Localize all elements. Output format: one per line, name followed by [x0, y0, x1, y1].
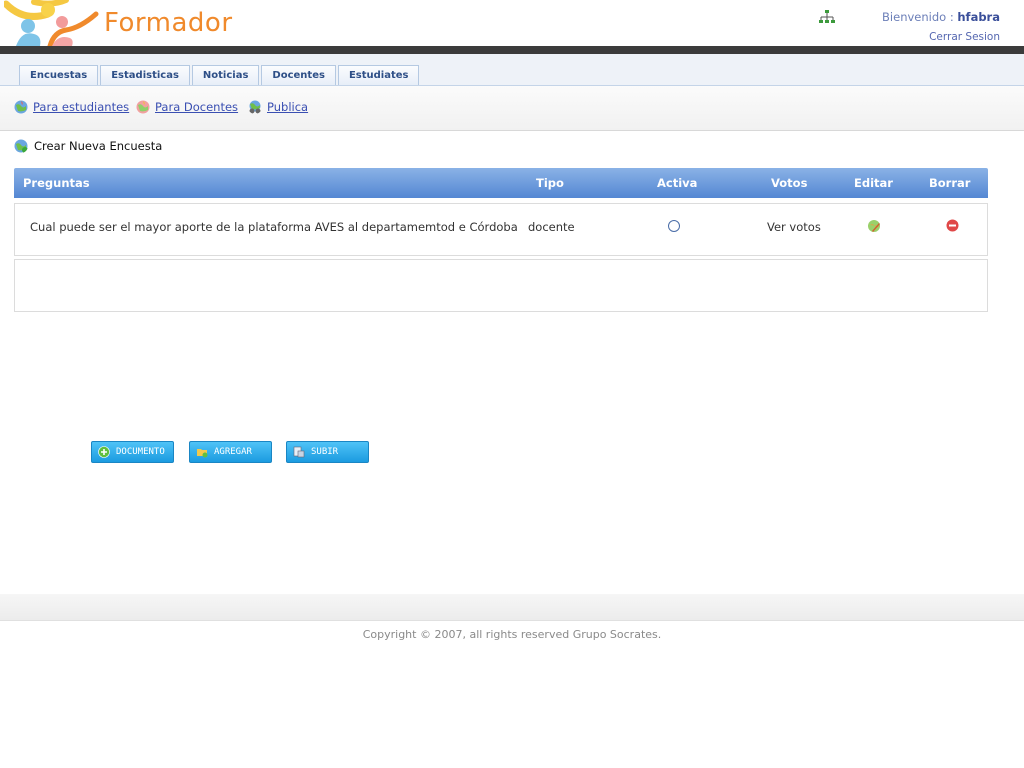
- tab-estadisticas[interactable]: Estadisticas: [100, 65, 190, 85]
- pregunta-cell: Cual puede ser el mayor aporte de la pla…: [30, 220, 518, 234]
- subnav-label: Para estudiantes: [33, 100, 130, 114]
- table-row: Cual puede ser el mayor aporte de la pla…: [14, 203, 988, 256]
- subnav-label: Para Docentes: [155, 100, 239, 114]
- welcome-prefix: Bienvenido :: [882, 10, 954, 24]
- sub-navigation: Para estudiantes Para Docentes Publica: [0, 86, 1024, 131]
- add-circle-icon: [98, 446, 110, 458]
- tipo-cell: docente: [528, 220, 575, 234]
- tab-docentes[interactable]: Docentes: [261, 65, 336, 85]
- username: hfabra: [957, 10, 1000, 24]
- globe-icon: [136, 100, 150, 114]
- welcome-message: Bienvenido : hfabra: [882, 10, 1000, 24]
- table-header: Preguntas Tipo Activa Votos Editar Borra…: [14, 168, 988, 198]
- column-header-borrar: Borrar: [929, 176, 971, 190]
- create-survey-link[interactable]: Crear Nueva Encuesta: [14, 139, 162, 153]
- edit-icon[interactable]: [867, 219, 882, 234]
- logo-text: Formador: [104, 8, 233, 38]
- tab-encuestas[interactable]: Encuestas: [19, 65, 99, 85]
- sitemap-icon[interactable]: [818, 9, 836, 25]
- documento-label: DOCUMENTO: [116, 447, 165, 457]
- subnav-publica[interactable]: Publica: [248, 100, 308, 114]
- subnav-para-estudiantes[interactable]: Para estudiantes: [14, 100, 129, 114]
- copyright-text: Copyright © 2007, all rights reserved Gr…: [362, 628, 662, 641]
- column-header-tipo: Tipo: [536, 176, 564, 190]
- ver-votos-link[interactable]: Ver votos: [767, 220, 821, 234]
- column-header-activa: Activa: [657, 176, 698, 190]
- column-header-preguntas: Preguntas: [23, 176, 90, 190]
- column-header-editar: Editar: [854, 176, 893, 190]
- folder-add-icon: [197, 449, 208, 458]
- agregar-label: AGREGAR: [214, 447, 252, 457]
- subnav-para-docentes[interactable]: Para Docentes: [136, 100, 238, 114]
- upload-icon: [293, 446, 305, 458]
- delete-icon[interactable]: [946, 219, 959, 232]
- documento-button[interactable]: DOCUMENTO: [91, 441, 174, 463]
- column-header-votos: Votos: [771, 176, 808, 190]
- subir-label: SUBIR: [311, 447, 339, 457]
- globe-users-icon: [249, 100, 261, 114]
- tab-list: Encuestas Estadisticas Noticias Docentes…: [19, 65, 420, 85]
- logout-link[interactable]: Cerrar Sesion: [929, 31, 1000, 43]
- tab-estudiates[interactable]: Estudiates: [337, 65, 420, 85]
- subnav-label: Publica: [267, 100, 309, 114]
- tab-bar: Encuestas Estadisticas Noticias Docentes…: [0, 54, 1024, 86]
- subir-button[interactable]: SUBIR: [286, 441, 369, 463]
- header-divider: [0, 46, 1024, 54]
- create-survey-label: Crear Nueva Encuesta: [34, 139, 163, 153]
- footer-band: [0, 594, 1024, 621]
- globe-icon: [14, 100, 28, 114]
- tab-noticias[interactable]: Noticias: [191, 65, 260, 85]
- activa-radio[interactable]: [668, 220, 680, 232]
- header: Formador Bienvenido : hfabra Cerrar Sesi…: [0, 0, 1024, 46]
- formador-logo-icon: [4, 0, 99, 46]
- empty-table-row: [14, 259, 988, 312]
- agregar-button[interactable]: AGREGAR: [189, 441, 272, 463]
- globe-add-icon: [14, 139, 28, 153]
